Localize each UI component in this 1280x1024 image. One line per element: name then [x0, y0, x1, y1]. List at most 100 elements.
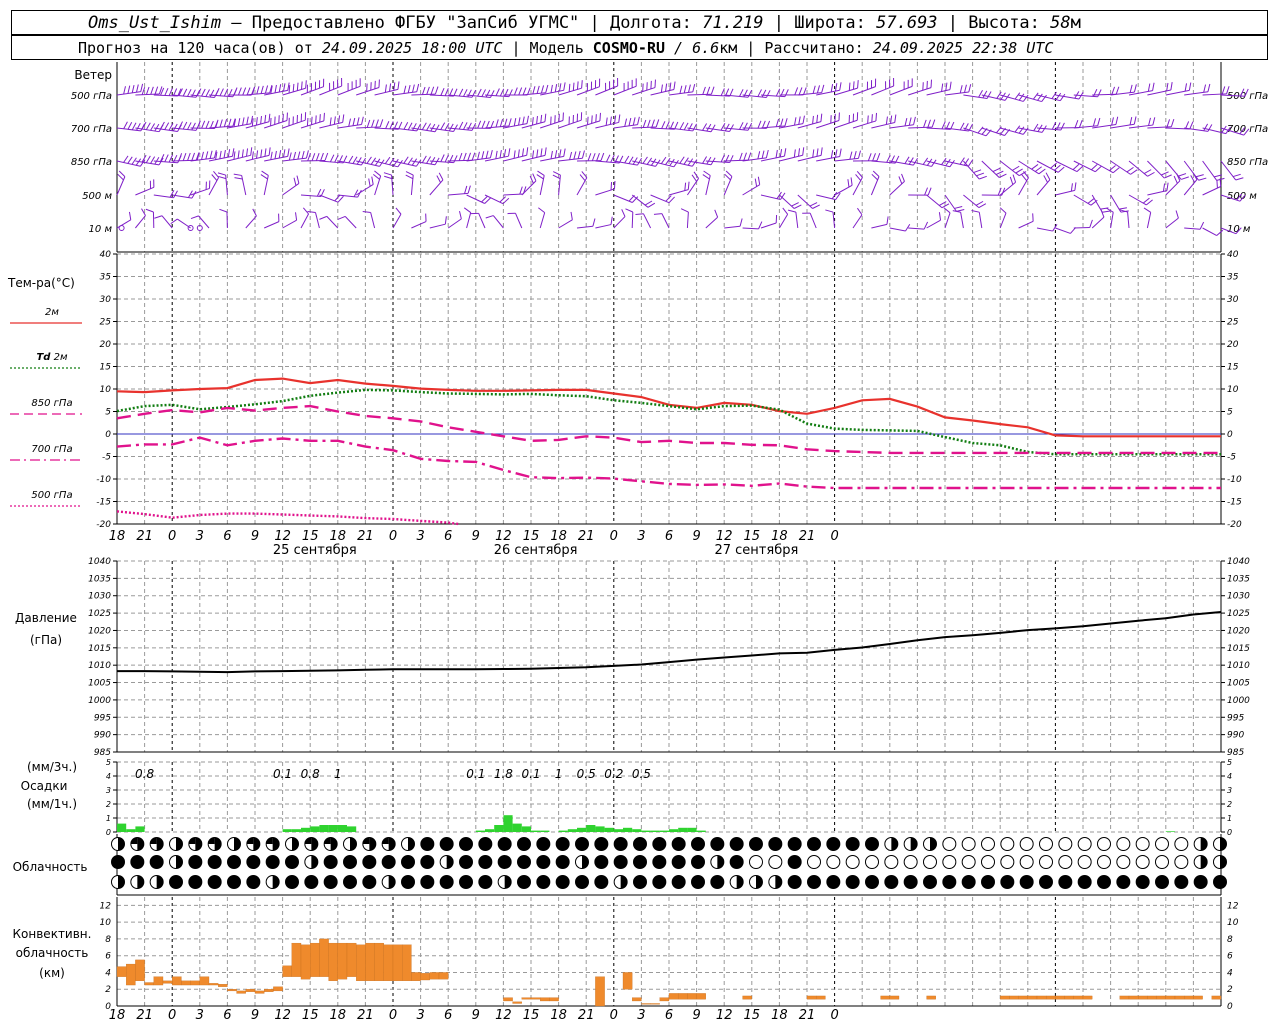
- pressure-tick-label-right: 1035: [1227, 574, 1250, 584]
- cloud-circle: [478, 855, 493, 869]
- wind-barb-feather: [621, 209, 626, 217]
- cloud-cover-symbol: [381, 855, 396, 869]
- cloud-circle: [729, 855, 744, 869]
- wind-barb-shaft: [642, 213, 652, 229]
- cloud-cover-symbol: [594, 855, 609, 869]
- cloud-cover-symbol: [981, 875, 995, 889]
- wind-barb: [834, 80, 859, 96]
- wind-barb-feather: [307, 153, 311, 162]
- wind-barb: [852, 153, 881, 162]
- cloud-cover-symbol: [459, 855, 473, 869]
- wind-barb-shaft: [779, 194, 795, 209]
- wind-barb-feather: [246, 87, 251, 96]
- cloud-cover-symbol: [169, 837, 183, 851]
- cloud-cover-symbol: [865, 875, 879, 889]
- wind-barb-feather: [287, 148, 290, 157]
- conv-tick-label-right: 8: [1227, 935, 1233, 945]
- wind-barb-feather: [495, 150, 498, 159]
- cloud-cover-symbol: [343, 875, 357, 889]
- cloud-cover-symbol: [594, 837, 609, 851]
- cloud-circle: [1174, 875, 1189, 889]
- conv-cloud-bar: [512, 1001, 522, 1004]
- cloud-cover-symbol: [710, 875, 725, 889]
- precip-bar: [641, 830, 651, 832]
- cloud-circle: [1058, 855, 1073, 869]
- wind-barb-feather: [519, 186, 523, 195]
- wind-barb: [552, 171, 561, 196]
- wind-barb: [705, 209, 719, 229]
- precip-3h-total: 1.8: [494, 767, 513, 781]
- wind-barb-feather: [362, 211, 371, 213]
- wind-barb-shaft: [889, 181, 905, 196]
- precip-bar: [521, 826, 531, 832]
- wind-barb-feather: [625, 208, 633, 213]
- wind-barb: [963, 194, 987, 209]
- pressure-tick-label-left: 1025: [88, 609, 111, 619]
- cloud-cover-symbol: [729, 855, 744, 869]
- conv-cloud-bar: [282, 965, 292, 977]
- wind-barb-feather: [595, 114, 597, 123]
- wind-barb-feather: [366, 119, 371, 128]
- wind-barb-feather: [293, 177, 297, 186]
- conv-cloud-bar: [889, 995, 900, 1000]
- cloud-circle: [671, 875, 686, 889]
- wind-barb-feather: [368, 178, 371, 187]
- wind-barb: [816, 148, 842, 162]
- wind-barb-shaft: [999, 181, 1016, 196]
- wind-barb: [135, 86, 163, 96]
- conv-time-tick-label: 3: [637, 1008, 645, 1023]
- pressure-tick-label-left: 1040: [88, 557, 111, 567]
- cloud-circle: [981, 855, 995, 869]
- wind-barb-feather: [160, 121, 165, 130]
- wind-barb-feather: [706, 156, 712, 165]
- temp-legend-label: Td 2м: [36, 352, 68, 363]
- wind-barb-feather: [679, 85, 683, 94]
- wind-barb-feather: [481, 89, 486, 97]
- cloud-cover-symbol: [265, 875, 280, 889]
- wind-barb-shaft: [1000, 127, 1024, 135]
- wind-barb-shaft: [1202, 227, 1217, 236]
- wind-barb-feather: [1190, 175, 1196, 183]
- wind-barb: [632, 119, 660, 129]
- pressure-tick-label-right: 1020: [1227, 626, 1250, 636]
- wind-barb-shaft: [795, 212, 799, 229]
- cloud-circle: [1000, 855, 1015, 869]
- meteogram-chart: Ветер 500 гПа 500 гПа 700 гПа 700 гПа 850 гПа…: [7, 62, 1268, 1023]
- wind-barb-shaft: [315, 212, 320, 229]
- wind-barb: [448, 185, 471, 196]
- wind-barb-feather: [508, 148, 511, 157]
- wind-barb-shaft: [595, 188, 615, 196]
- cloud-cover-symbol: [633, 875, 647, 889]
- cloud-cover-symbol: [497, 837, 512, 851]
- wind-barb-feather: [251, 151, 254, 160]
- cloud-cover-symbol: [130, 837, 145, 851]
- wind-barb: [463, 207, 472, 229]
- wind-barb-feather: [747, 152, 752, 161]
- wind-barb-feather: [831, 191, 838, 200]
- pressure-tick-label-left: 1020: [88, 626, 111, 636]
- wind-barb-feather: [647, 119, 651, 128]
- cloud-cover-symbol: [169, 855, 183, 869]
- cloud-cover-symbol: [575, 875, 589, 889]
- wind-barb-feather: [508, 118, 512, 127]
- cloud-circle: [439, 875, 454, 889]
- wind-level-label-right: 700 гПа: [1227, 124, 1268, 135]
- cloud-circle: [1039, 855, 1053, 869]
- wind-barb-feather: [1126, 166, 1134, 173]
- cloud-cover-symbol: [575, 837, 589, 851]
- cloud-cover-symbol: [1193, 837, 1208, 851]
- wind-barb-feather: [297, 151, 301, 160]
- cloud-cover-symbol: [729, 837, 744, 851]
- wind-barb: [245, 84, 273, 96]
- wind-level-label-left: 850 гПа: [71, 157, 112, 168]
- conv-panel-title-2: облачность: [16, 946, 89, 960]
- wind-barb-feather: [518, 117, 521, 126]
- conv-cloud-bar: [1193, 995, 1203, 1000]
- wind-barb-feather: [403, 122, 409, 130]
- wind-barb-feather: [569, 151, 573, 160]
- wind-barb-feather: [1143, 169, 1152, 174]
- temp-tick-label-right: 40: [1227, 250, 1239, 260]
- wind-barb-feather: [342, 114, 345, 123]
- wind-barb-shaft: [926, 194, 943, 209]
- cloud-circle-fill: [891, 837, 898, 851]
